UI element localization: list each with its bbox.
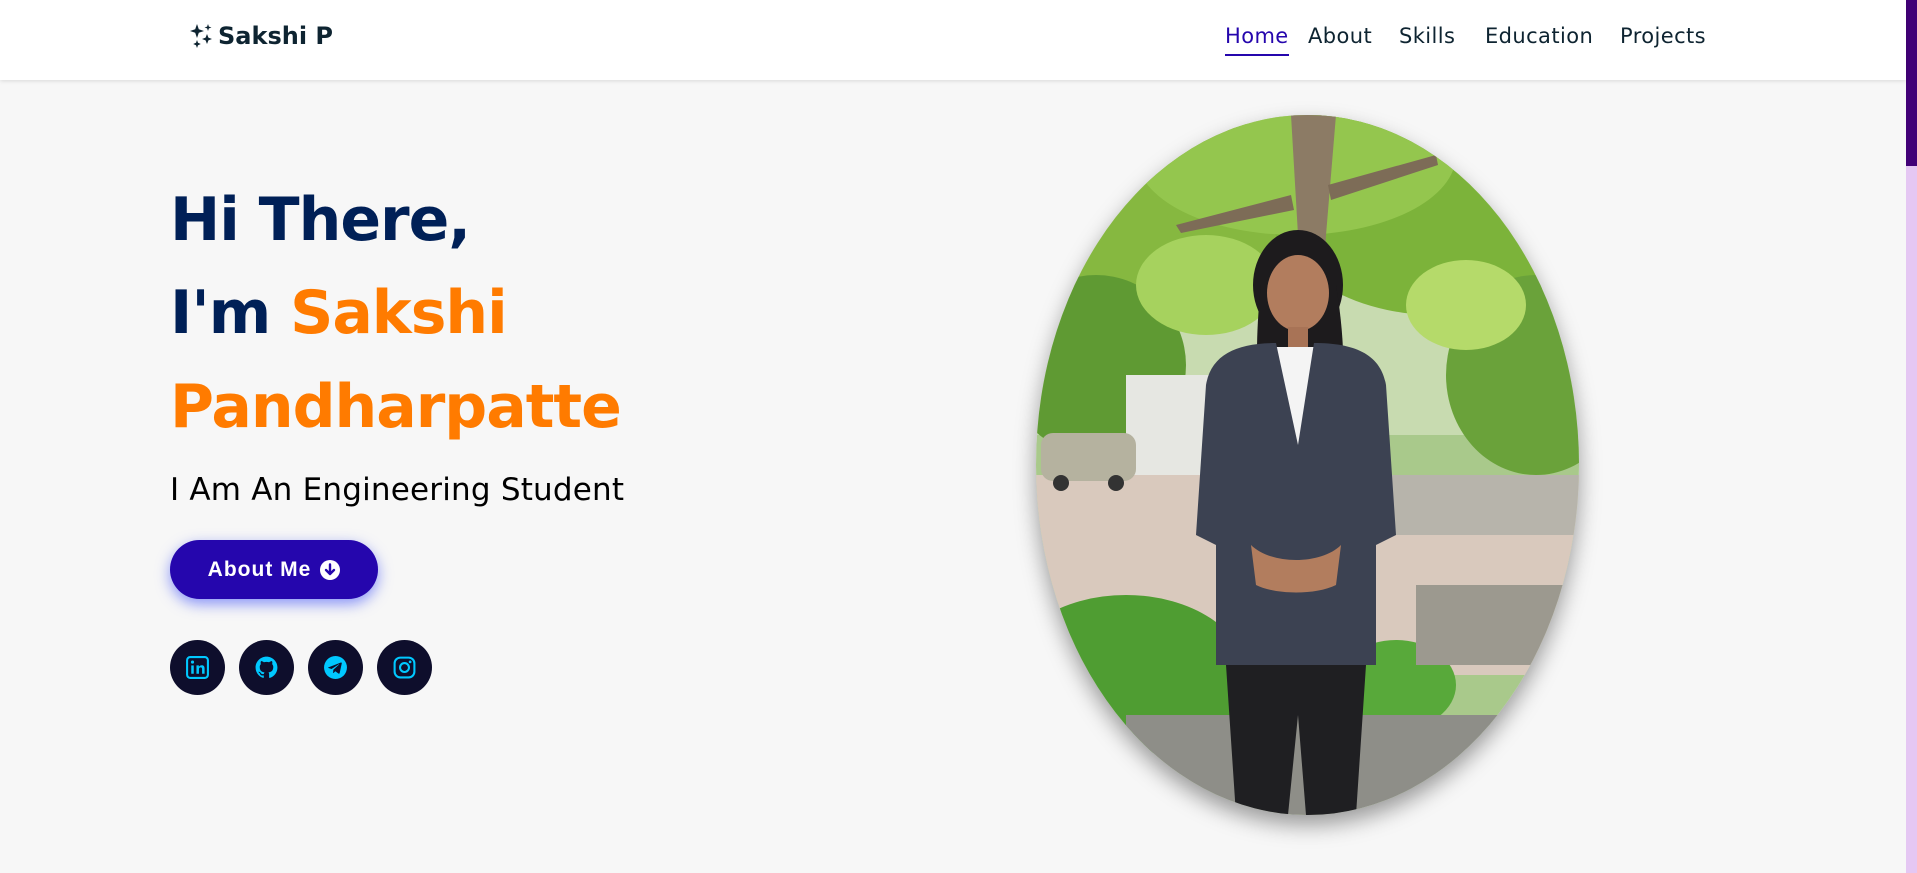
hero-intro: I'm Sakshi bbox=[170, 283, 508, 343]
telegram-link[interactable] bbox=[308, 640, 363, 695]
linkedin-icon bbox=[185, 655, 210, 680]
nav-about[interactable]: About bbox=[1308, 24, 1372, 54]
site-header: Sakshi P Home About Skills Education Pro… bbox=[0, 0, 1906, 80]
social-links bbox=[170, 640, 432, 695]
sparkles-icon bbox=[188, 22, 216, 50]
telegram-icon bbox=[323, 655, 348, 680]
hero-greeting: Hi There, bbox=[170, 185, 471, 255]
instagram-link[interactable] bbox=[377, 640, 432, 695]
arrow-circle-down-icon bbox=[320, 559, 341, 580]
about-me-button[interactable]: About Me bbox=[170, 540, 378, 599]
brand-logo[interactable]: Sakshi P bbox=[188, 22, 333, 50]
hero-first-name: Sakshi bbox=[290, 278, 508, 348]
instagram-icon bbox=[392, 655, 417, 680]
nav-skills[interactable]: Skills bbox=[1399, 24, 1455, 54]
hero-intro-prefix: I'm bbox=[170, 278, 271, 348]
github-icon bbox=[254, 655, 279, 680]
nav-education[interactable]: Education bbox=[1485, 24, 1593, 54]
nav-home[interactable]: Home bbox=[1225, 24, 1289, 56]
scrollbar[interactable] bbox=[1906, 0, 1917, 873]
nav-projects[interactable]: Projects bbox=[1620, 24, 1706, 54]
profile-photo bbox=[1036, 115, 1579, 815]
github-link[interactable] bbox=[239, 640, 294, 695]
about-me-label: About Me bbox=[207, 557, 312, 581]
scrollbar-thumb[interactable] bbox=[1906, 0, 1917, 166]
brand-name: Sakshi P bbox=[218, 22, 333, 50]
hero-last-name: Pandharpatte bbox=[170, 372, 622, 442]
linkedin-link[interactable] bbox=[170, 640, 225, 695]
hero-subtitle: I Am An Engineering Student bbox=[170, 472, 625, 508]
